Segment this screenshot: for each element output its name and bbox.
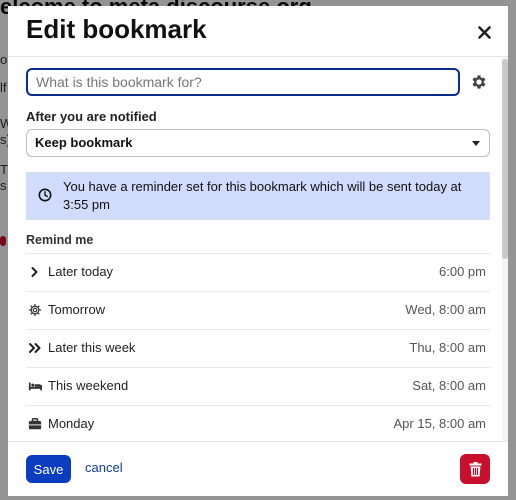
modal-header: Edit bookmark (8, 6, 508, 57)
bookmark-name-input[interactable] (26, 68, 460, 96)
close-button[interactable] (472, 20, 496, 44)
after-notified-select[interactable]: Keep bookmark (26, 129, 490, 157)
gear-icon (472, 75, 486, 89)
reminder-option-time: Sat, 8:00 am (412, 378, 486, 393)
reminder-option-later-today[interactable]: Later today 6:00 pm (26, 253, 490, 291)
remind-me-label: Remind me (26, 233, 94, 247)
reminder-option-label: Monday (48, 416, 95, 431)
after-notified-selected-value: Keep bookmark (35, 135, 133, 150)
reminder-option-tomorrow[interactable]: Tomorrow Wed, 8:00 am (26, 291, 490, 329)
reminder-option-time: Thu, 8:00 am (409, 340, 486, 355)
clock-icon (38, 188, 52, 202)
briefcase-icon (28, 418, 42, 430)
modal-scrollbar-thumb[interactable] (502, 59, 508, 259)
reminder-option-time: Apr 15, 8:00 am (393, 416, 487, 431)
modal-title: Edit bookmark (26, 14, 207, 44)
bed-icon (28, 382, 42, 391)
reminder-option-this-weekend[interactable]: This weekend Sat, 8:00 am (26, 367, 490, 405)
double-angle-right-icon (29, 343, 41, 353)
reminder-alert: You have a reminder set for this bookmar… (26, 172, 490, 220)
trash-icon (469, 461, 481, 476)
reminder-option-label: Tomorrow (48, 302, 106, 317)
reminder-alert-text: You have a reminder set for this bookmar… (63, 179, 462, 212)
save-button[interactable]: Save (26, 455, 71, 483)
reminder-option-monday[interactable]: Monday Apr 15, 8:00 am (26, 405, 490, 441)
reminder-option-label: Later this week (48, 340, 136, 355)
reminder-option-label: This weekend (48, 378, 129, 393)
after-notified-label: After you are notified (26, 109, 157, 124)
bookmark-options-button[interactable] (470, 73, 488, 91)
reminder-option-time: 6:00 pm (439, 264, 486, 279)
angle-right-icon (31, 267, 38, 277)
close-icon (477, 25, 491, 39)
modal-body: After you are notified Keep bookmark You… (8, 57, 508, 441)
reminder-option-later-this-week[interactable]: Later this week Thu, 8:00 am (26, 329, 490, 367)
reminder-options: Later today 6:00 pm Tomorrow Wed, 8:00 a… (26, 253, 490, 441)
edit-bookmark-modal: Edit bookmark After you are notified Kee… (8, 6, 508, 496)
reminder-option-label: Later today (48, 264, 114, 279)
modal-footer: Save cancel (8, 441, 508, 496)
caret-down-icon (472, 141, 480, 146)
delete-bookmark-button[interactable] (460, 454, 490, 484)
gear-icon (28, 303, 42, 317)
reminder-option-time: Wed, 8:00 am (405, 302, 486, 317)
cancel-link[interactable]: cancel (85, 460, 123, 475)
